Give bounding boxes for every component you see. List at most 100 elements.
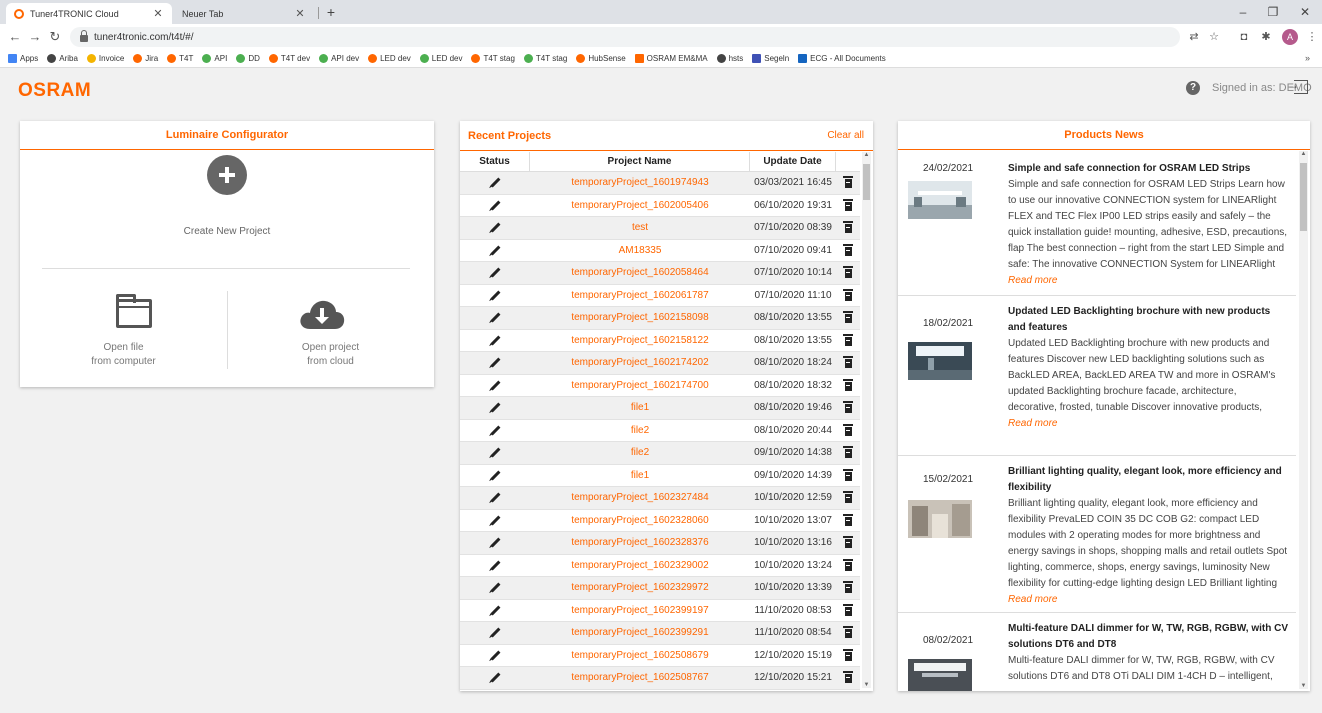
table-row[interactable]: temporaryProject_1602058464 07/10/2020 10…: [460, 262, 860, 285]
trash-icon[interactable]: [843, 311, 853, 324]
project-name-link[interactable]: test: [530, 217, 750, 239]
trash-icon[interactable]: [843, 423, 853, 436]
column-update-date[interactable]: Update Date: [750, 152, 836, 171]
trash-icon[interactable]: [843, 333, 853, 346]
pencil-icon[interactable]: [490, 312, 500, 323]
table-row[interactable]: temporaryProject_1602174202 08/10/2020 18…: [460, 352, 860, 375]
pencil-icon[interactable]: [490, 200, 500, 211]
read-more-link[interactable]: Read more: [1008, 416, 1288, 432]
trash-icon[interactable]: [843, 198, 853, 211]
news-thumbnail[interactable]: [908, 500, 972, 538]
menu-icon[interactable]: ⋮: [1304, 29, 1320, 45]
bookmark-ariba[interactable]: Ariba: [47, 54, 78, 63]
news-thumbnail[interactable]: [908, 659, 972, 691]
edit-cell[interactable]: [460, 240, 530, 262]
table-row[interactable]: temporaryProject_1602328060 10/10/2020 13…: [460, 509, 860, 532]
trash-icon[interactable]: [843, 401, 853, 414]
delete-cell[interactable]: [836, 577, 860, 599]
bookmark-segeln[interactable]: Segeln: [752, 54, 789, 63]
project-name-link[interactable]: temporaryProject_1602328060: [530, 510, 750, 532]
scrollbar-thumb[interactable]: [863, 164, 870, 200]
trash-icon[interactable]: [843, 446, 853, 459]
delete-cell[interactable]: [836, 352, 860, 374]
open-cloud-label[interactable]: Open project from cloud: [227, 341, 434, 369]
table-row[interactable]: temporaryProject_1602399197 11/10/2020 08…: [460, 599, 860, 622]
folder-icon[interactable]: [116, 294, 152, 328]
trash-icon[interactable]: [843, 603, 853, 616]
bookmark-led-dev-2[interactable]: LED dev: [419, 54, 462, 63]
delete-cell[interactable]: [836, 465, 860, 487]
table-row[interactable]: file1 09/10/2020 14:39: [460, 464, 860, 487]
project-name-link[interactable]: temporaryProject_1601974943: [530, 172, 750, 194]
pencil-icon[interactable]: [490, 560, 500, 571]
back-icon[interactable]: ←: [6, 28, 24, 46]
pencil-icon[interactable]: [490, 222, 500, 233]
delete-cell[interactable]: [836, 690, 860, 692]
edit-cell[interactable]: [460, 397, 530, 419]
pencil-icon[interactable]: [490, 447, 500, 458]
news-headline[interactable]: Simple and safe connection for OSRAM LED…: [1008, 161, 1288, 177]
project-name-link[interactable]: temporaryProject_1602005406: [530, 195, 750, 217]
projects-scrollbar[interactable]: ▲ ▼: [862, 152, 871, 688]
table-row[interactable]: temporaryProject_1602061787 07/10/2020 11…: [460, 284, 860, 307]
project-name-link[interactable]: temporaryProject_1602508679: [530, 645, 750, 667]
edit-cell[interactable]: [460, 195, 530, 217]
edit-cell[interactable]: [460, 645, 530, 667]
table-row[interactable]: temporaryProject_1601974943 03/03/2021 16…: [460, 172, 860, 195]
bookmark-hubsense[interactable]: HubSense: [576, 54, 626, 63]
edit-cell[interactable]: [460, 555, 530, 577]
project-name-link[interactable]: temporaryProject_1602327484: [530, 487, 750, 509]
delete-cell[interactable]: [836, 532, 860, 554]
project-name-link[interactable]: file1: [530, 397, 750, 419]
clear-all-link[interactable]: Clear all: [827, 130, 864, 141]
edit-cell[interactable]: [460, 375, 530, 397]
osram-logo[interactable]: OSRAM: [18, 80, 91, 102]
trash-icon[interactable]: [843, 243, 853, 256]
bookmark-dd[interactable]: DD: [236, 54, 260, 63]
table-row[interactable]: temporaryProject_1602399291 11/10/2020 08…: [460, 622, 860, 645]
table-row[interactable]: temporaryProject_1602158098 08/10/2020 13…: [460, 307, 860, 330]
project-name-link[interactable]: temporaryProject_1602158098: [530, 307, 750, 329]
edit-cell[interactable]: [460, 510, 530, 532]
bookmark-osram-emma[interactable]: OSRAM EM&MA: [634, 54, 708, 63]
edit-cell[interactable]: [460, 532, 530, 554]
trash-icon[interactable]: [843, 536, 853, 549]
pencil-icon[interactable]: [490, 672, 500, 683]
restore-icon[interactable]: ❐: [1258, 3, 1288, 21]
open-file-label[interactable]: Open file from computer: [20, 341, 227, 369]
table-row[interactable]: temporaryProject_1602329002 10/10/2020 13…: [460, 554, 860, 577]
pencil-icon[interactable]: [490, 537, 500, 548]
bookmark-led-dev[interactable]: LED dev: [368, 54, 411, 63]
delete-cell[interactable]: [836, 510, 860, 532]
news-scrollbar[interactable]: ▲ ▼: [1299, 151, 1308, 689]
table-row[interactable]: file2 08/10/2020 20:44: [460, 419, 860, 442]
bookmark-t4t-stag[interactable]: T4T stag: [471, 54, 515, 63]
bookmark-hsts[interactable]: hsts: [716, 54, 743, 63]
pencil-icon[interactable]: [490, 357, 500, 368]
trash-icon[interactable]: [843, 378, 853, 391]
delete-cell[interactable]: [836, 600, 860, 622]
profile-avatar[interactable]: A: [1282, 29, 1298, 45]
table-row[interactable]: temporaryProject_1602005406 06/10/2020 19…: [460, 194, 860, 217]
delete-cell[interactable]: [836, 487, 860, 509]
pencil-icon[interactable]: [490, 582, 500, 593]
project-name-link[interactable]: temporaryProject_1602399291: [530, 622, 750, 644]
project-name-link[interactable]: temporaryProject_1602061787: [530, 285, 750, 307]
table-row[interactable]: temporaryProject_1602508679 12/10/2020 15…: [460, 644, 860, 667]
edit-cell[interactable]: [460, 172, 530, 194]
news-thumbnail[interactable]: [908, 342, 972, 380]
project-name-link[interactable]: temporaryProject_1602518601: [530, 690, 750, 692]
extensions-icon[interactable]: ✱: [1258, 29, 1274, 45]
create-new-project-icon[interactable]: [207, 155, 247, 195]
table-row[interactable]: temporaryProject_1602158122 08/10/2020 13…: [460, 329, 860, 352]
pencil-icon[interactable]: [490, 177, 500, 188]
project-name-link[interactable]: temporaryProject_1602174700: [530, 375, 750, 397]
pencil-icon[interactable]: [490, 627, 500, 638]
edit-cell[interactable]: [460, 262, 530, 284]
delete-cell[interactable]: [836, 667, 860, 689]
read-more-link[interactable]: Read more: [1008, 273, 1288, 289]
translate-icon[interactable]: ⇄: [1186, 29, 1202, 45]
delete-cell[interactable]: [836, 555, 860, 577]
trash-icon[interactable]: [843, 288, 853, 301]
trash-icon[interactable]: [843, 558, 853, 571]
